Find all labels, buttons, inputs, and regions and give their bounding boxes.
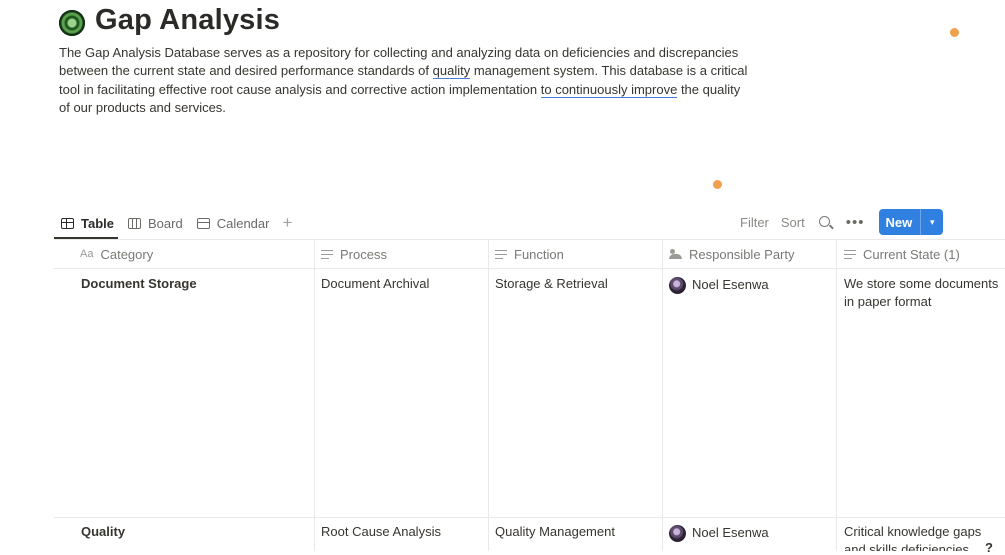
cursor-dot	[713, 180, 722, 189]
header-divider	[54, 268, 1005, 269]
avatar	[669, 524, 686, 542]
table-row-category[interactable]: Document Storage	[81, 275, 197, 293]
column-divider	[662, 240, 663, 551]
cursor-dot	[950, 28, 959, 37]
page-description: The Gap Analysis Database serves as a re…	[59, 44, 749, 117]
column-divider	[836, 240, 837, 551]
table-row-function[interactable]: Quality Management	[495, 523, 615, 541]
database-toolbar: Filter Sort ••• New ▾	[734, 209, 944, 235]
column-label: Function	[514, 246, 564, 262]
description-underlined-quality: quality	[432, 63, 471, 80]
table-row-function[interactable]: Storage & Retrieval	[495, 275, 608, 293]
help-icon[interactable]: ?	[985, 540, 993, 555]
tab-table[interactable]: Table	[54, 208, 121, 238]
column-header-responsible-party[interactable]: Responsible Party	[669, 240, 795, 268]
column-label: Current State (1)	[863, 246, 960, 262]
description-underlined-improve: to continuously improve	[540, 81, 678, 98]
table-row-current-state[interactable]: Critical knowledge gaps and skills defic…	[844, 523, 1005, 551]
add-view-icon[interactable]: +	[282, 213, 292, 233]
text-lines-icon	[844, 249, 856, 259]
tab-label: Board	[148, 215, 183, 231]
person-name: Noel Esenwa	[692, 525, 769, 540]
column-divider	[314, 240, 315, 551]
table-row-current-state[interactable]: We store some documents in paper format	[844, 275, 1002, 311]
people-icon	[669, 249, 682, 259]
new-button[interactable]: New ▾	[878, 209, 944, 235]
search-icon[interactable]	[818, 215, 830, 227]
column-label: Process	[340, 246, 387, 262]
column-label: Responsible Party	[689, 246, 795, 262]
tab-label: Table	[81, 215, 114, 231]
sort-button[interactable]: Sort	[781, 215, 805, 230]
column-label: Category	[100, 246, 154, 262]
table-row-responsible-party[interactable]: Noel Esenwa	[669, 524, 769, 542]
avatar	[669, 276, 686, 294]
tab-board[interactable]: Board	[121, 208, 190, 238]
calendar-icon	[196, 217, 210, 229]
tab-calendar[interactable]: Calendar	[190, 208, 277, 238]
text-lines-icon	[495, 249, 507, 259]
view-tabs: Table Board Calendar +	[54, 207, 292, 239]
table-icon	[61, 217, 74, 229]
column-header-category[interactable]: Aa Category	[80, 240, 153, 268]
page-title: Gap Analysis	[95, 4, 281, 36]
table-row-process[interactable]: Root Cause Analysis	[321, 523, 441, 541]
table-row-category[interactable]: Quality	[81, 523, 125, 541]
text-lines-icon	[321, 249, 333, 259]
tab-label: Calendar	[216, 215, 270, 231]
table-row-process[interactable]: Document Archival	[321, 275, 429, 293]
column-header-current-state[interactable]: Current State (1)	[844, 240, 960, 268]
chevron-down-icon[interactable]: ▾	[920, 209, 943, 235]
board-icon	[128, 217, 141, 229]
table-row-responsible-party[interactable]: Noel Esenwa	[669, 276, 769, 294]
person-name: Noel Esenwa	[692, 277, 769, 292]
filter-button[interactable]: Filter	[740, 215, 769, 230]
title-property-icon: Aa	[80, 248, 94, 260]
page-globe-icon	[59, 10, 85, 36]
more-options-icon[interactable]: •••	[846, 214, 865, 231]
row-divider	[54, 517, 1005, 518]
column-divider	[488, 240, 489, 551]
new-button-label: New	[885, 214, 913, 230]
column-header-function[interactable]: Function	[495, 240, 564, 268]
column-header-process[interactable]: Process	[321, 240, 387, 268]
